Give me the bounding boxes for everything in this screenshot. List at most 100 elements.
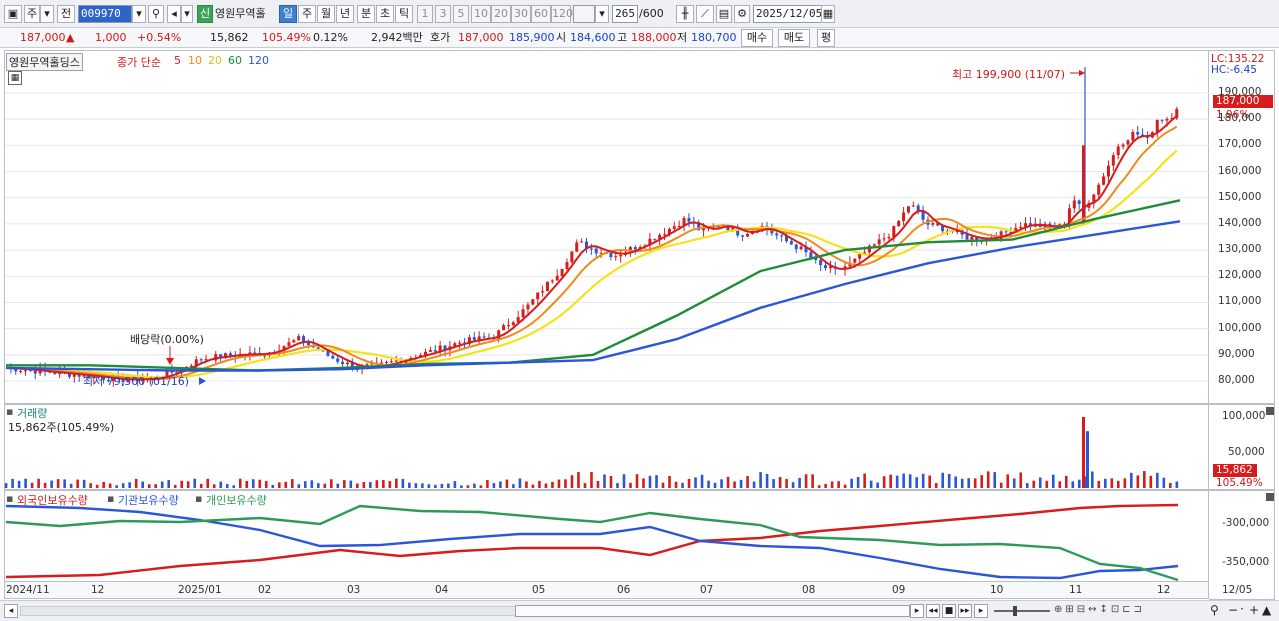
volume-bar xyxy=(160,481,164,488)
candle-body xyxy=(1106,165,1110,177)
candle-body xyxy=(653,238,657,240)
holding-close-icon[interactable] xyxy=(1266,493,1274,501)
candle-body xyxy=(506,325,510,327)
candle-body xyxy=(872,244,876,246)
candle-body xyxy=(433,350,437,352)
volume-bar xyxy=(440,483,444,488)
volume-bar xyxy=(1143,471,1146,488)
volume-bar xyxy=(1104,478,1107,488)
volume-bar xyxy=(89,483,92,488)
volume-bar xyxy=(590,472,593,488)
volume-bar xyxy=(752,481,756,488)
bottom-bar: ◂ ▸ ◂◂ ■ ▸▸ ▸ ⊕⊞⊟↔↕⊡⊏⊐ ⚲ − · + ▲ xyxy=(0,600,1279,621)
individual-holding-label: 개인보유수량 xyxy=(206,494,267,507)
volume-bar xyxy=(817,485,821,488)
candle-body xyxy=(53,372,57,375)
volume-bar xyxy=(993,472,997,488)
grid-table-icon[interactable]: ▦ xyxy=(8,71,22,85)
volume-bar xyxy=(538,480,541,488)
stock-title[interactable]: 영원무역홀딩스 xyxy=(6,53,83,71)
volume-bar xyxy=(850,478,853,488)
zoom-slider-handle[interactable] xyxy=(1013,606,1017,616)
candle-body xyxy=(458,342,462,344)
volume-bar xyxy=(1012,478,1016,488)
volume-bar xyxy=(928,475,931,488)
volume-bar xyxy=(642,478,645,488)
volume-bar xyxy=(102,481,105,488)
zoom-out-icon[interactable]: − xyxy=(1228,603,1238,617)
candle-body xyxy=(819,259,823,266)
price-tick: 180,000 xyxy=(1218,112,1262,125)
candle-body xyxy=(614,256,618,258)
price-tick: 90,000 xyxy=(1218,347,1255,360)
volume-bar xyxy=(395,478,398,488)
volume-bar xyxy=(134,478,138,488)
institution-holding-label: 기관보유수량 xyxy=(118,494,179,507)
volume-bar xyxy=(668,475,671,488)
price-tick: 110,000 xyxy=(1218,295,1262,308)
volume-bar xyxy=(1025,483,1029,488)
scroll-right-icon[interactable]: ▸ xyxy=(910,604,924,618)
scroll-left-icon[interactable]: ◂ xyxy=(4,604,18,618)
next-icon[interactable]: ▸ xyxy=(974,604,988,618)
stop-icon[interactable]: ■ xyxy=(942,604,956,618)
price-tick: 170,000 xyxy=(1218,138,1262,151)
volume-bar xyxy=(356,483,359,488)
candle-body xyxy=(589,248,593,250)
hold-tick-300k: -300,000 xyxy=(1222,517,1270,529)
volume-bar xyxy=(453,481,457,488)
volume-bar xyxy=(297,484,301,488)
volume-bar xyxy=(622,474,626,488)
low-note: 최저 79,500 (01/16) xyxy=(83,375,190,388)
volume-bar xyxy=(824,483,827,488)
x-tick: 08 xyxy=(802,584,816,596)
up-arrow-icon[interactable]: ▲ xyxy=(1262,603,1271,617)
candle-body xyxy=(1160,119,1164,121)
volume-bar xyxy=(1006,474,1010,488)
magnify-icon[interactable]: ⚲ xyxy=(1210,603,1219,617)
volume-bar xyxy=(713,482,717,488)
candle-body xyxy=(663,234,667,236)
volume-close-icon[interactable] xyxy=(1266,407,1274,415)
volume-bar xyxy=(421,483,424,488)
vol-tick-50k: 50,000 xyxy=(1228,446,1265,458)
zoom-in-icon[interactable]: + xyxy=(1249,603,1259,617)
draw-tools-icons[interactable]: ⊕⊞⊟↔↕⊡⊏⊐ xyxy=(1054,604,1204,618)
candle-body xyxy=(306,343,310,346)
volume-bar xyxy=(518,478,522,488)
rewind-icon[interactable]: ◂◂ xyxy=(926,604,940,618)
zoom-slider-small-icon[interactable]: · xyxy=(1240,602,1244,616)
volume-bar xyxy=(915,477,918,488)
volume-bar xyxy=(596,480,600,488)
zoom-slider[interactable] xyxy=(994,610,1050,612)
volume-bar xyxy=(271,484,275,488)
candle-body xyxy=(253,352,257,354)
volume-bar xyxy=(258,479,262,488)
price-tick: 160,000 xyxy=(1218,164,1262,177)
candle-body xyxy=(609,252,613,257)
price-tick: 140,000 xyxy=(1218,216,1262,229)
volume-bar xyxy=(954,476,958,488)
candle-body xyxy=(799,246,803,250)
forward-icon[interactable]: ▸▸ xyxy=(958,604,972,618)
volume-bar xyxy=(544,483,548,488)
volume-bar xyxy=(629,482,632,488)
volume-bar xyxy=(173,484,177,488)
volume-bar xyxy=(128,482,131,488)
volume-bar xyxy=(206,478,210,488)
candle-body xyxy=(292,340,296,343)
volume-bar xyxy=(902,473,905,488)
x-tick: 04 xyxy=(435,584,449,596)
volume-bar xyxy=(212,484,216,488)
candle-body xyxy=(794,244,798,250)
volume-bar xyxy=(69,483,73,488)
volume-bar xyxy=(843,484,847,488)
scroll-thumb[interactable] xyxy=(515,605,910,617)
x-tick: 2025/01 xyxy=(178,584,222,596)
candle-body xyxy=(482,336,486,338)
candle-body xyxy=(365,364,369,366)
volume-bar xyxy=(941,472,944,488)
volume-bar xyxy=(551,481,554,488)
volume-bar xyxy=(1058,481,1062,488)
volume-bar xyxy=(863,473,866,488)
